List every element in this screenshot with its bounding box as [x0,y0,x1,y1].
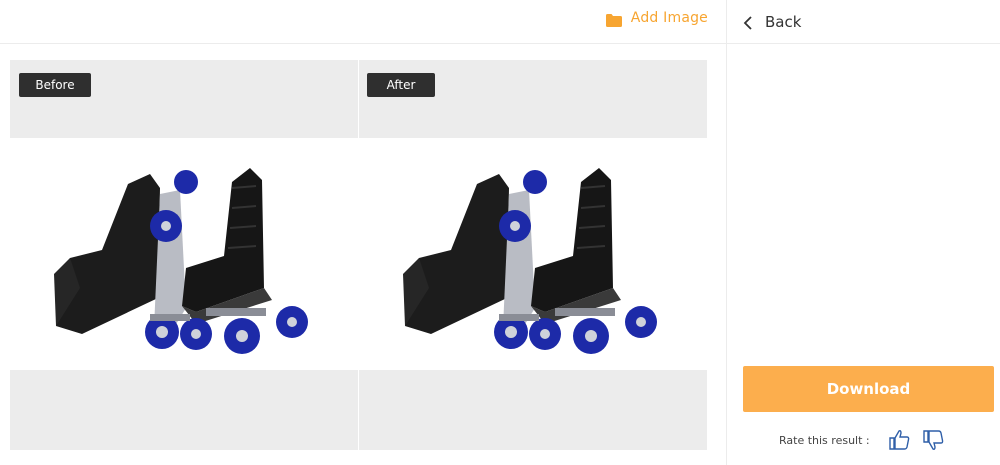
before-image[interactable] [10,138,358,370]
back-button[interactable]: Back [727,0,1000,44]
back-label: Back [765,12,802,31]
thumbs-up-icon[interactable] [888,428,912,452]
thumbs-down-icon[interactable] [922,428,946,452]
download-button[interactable]: Download [743,366,994,412]
rate-label: Rate this result : [779,433,870,447]
after-tag: After [367,73,435,97]
add-image-label: Add Image [630,10,708,26]
skate-illustration [403,168,657,354]
skate-illustration [54,168,308,354]
result-sidebar: Back Download Rate this result : [726,0,1000,465]
after-panel: After [359,60,707,450]
after-image[interactable] [359,138,707,370]
before-panel: Before [10,60,358,450]
rate-result: Rate this result : [779,428,946,452]
chevron-left-icon [743,15,753,30]
folder-icon [605,12,622,27]
top-bar: Add Image [0,0,726,44]
before-tag: Before [19,73,91,97]
app: Add Image Before After Back Download Rat… [0,0,1000,465]
add-image-button[interactable]: Add Image [605,8,708,28]
